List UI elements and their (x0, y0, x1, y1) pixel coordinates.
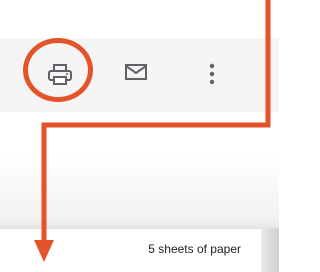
email-button[interactable] (120, 58, 152, 86)
sheets-count-label: 5 sheets of paper (148, 242, 241, 256)
more-options-button[interactable] (198, 56, 226, 92)
more-vertical-icon (209, 63, 215, 85)
print-highlight-circle (23, 38, 93, 102)
envelope-icon (125, 64, 147, 80)
scrollbar-stub[interactable] (261, 229, 279, 272)
screenshot-stage: 5 sheets of paper (0, 0, 279, 272)
